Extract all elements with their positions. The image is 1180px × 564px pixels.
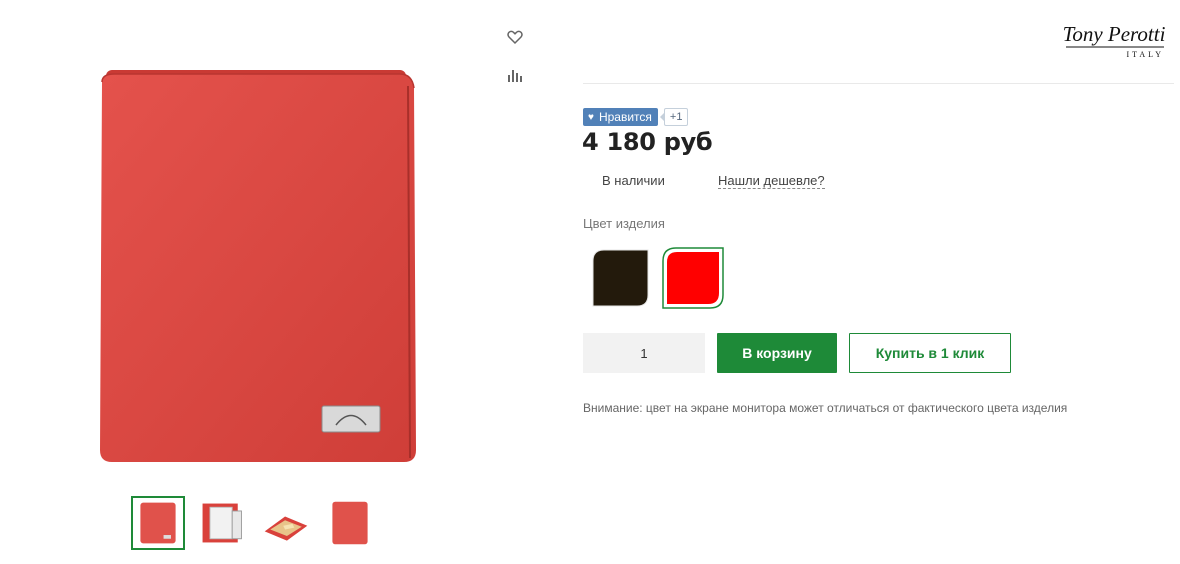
product-gallery bbox=[0, 0, 540, 564]
add-to-cart-button[interactable]: В корзину bbox=[717, 333, 837, 373]
header-divider bbox=[583, 83, 1174, 84]
thumbnail-wallet-open-cards[interactable] bbox=[195, 496, 249, 550]
color-swatch-red[interactable] bbox=[662, 247, 724, 309]
product-main-image[interactable] bbox=[88, 60, 428, 470]
brand-logo-sub: ITALY bbox=[1126, 50, 1164, 59]
availability-status: В наличии bbox=[602, 173, 665, 188]
compare-chart-icon[interactable] bbox=[506, 66, 524, 84]
like-count-badge: +1 bbox=[659, 108, 689, 126]
like-heart-icon: ♥ bbox=[588, 111, 594, 123]
color-disclaimer-note: Внимание: цвет на экране монитора может … bbox=[583, 401, 1068, 415]
brand-logo-name: Tony Perotti bbox=[1063, 22, 1166, 46]
found-cheaper-link[interactable]: Нашли дешевле? bbox=[718, 173, 825, 189]
product-price: 4 180 руб bbox=[582, 128, 713, 156]
brand-logo: Tony Perotti ITALY bbox=[1063, 22, 1166, 59]
color-section-label: Цвет изделия bbox=[583, 216, 665, 231]
color-swatch-dark-brown[interactable] bbox=[590, 247, 652, 309]
buy-one-click-button[interactable]: Купить в 1 клик bbox=[849, 333, 1011, 373]
like-button[interactable]: ♥ Нравится bbox=[583, 108, 658, 126]
favorite-heart-icon[interactable] bbox=[506, 28, 524, 46]
thumbnail-wallet-open-angle[interactable] bbox=[259, 496, 313, 550]
like-button-label: Нравится bbox=[598, 110, 652, 124]
thumbnail-wallet-front[interactable] bbox=[131, 496, 185, 550]
like-widget: ♥ Нравится +1 bbox=[583, 108, 689, 126]
thumbnail-wallet-back[interactable] bbox=[323, 496, 377, 550]
quantity-input[interactable] bbox=[583, 333, 705, 373]
